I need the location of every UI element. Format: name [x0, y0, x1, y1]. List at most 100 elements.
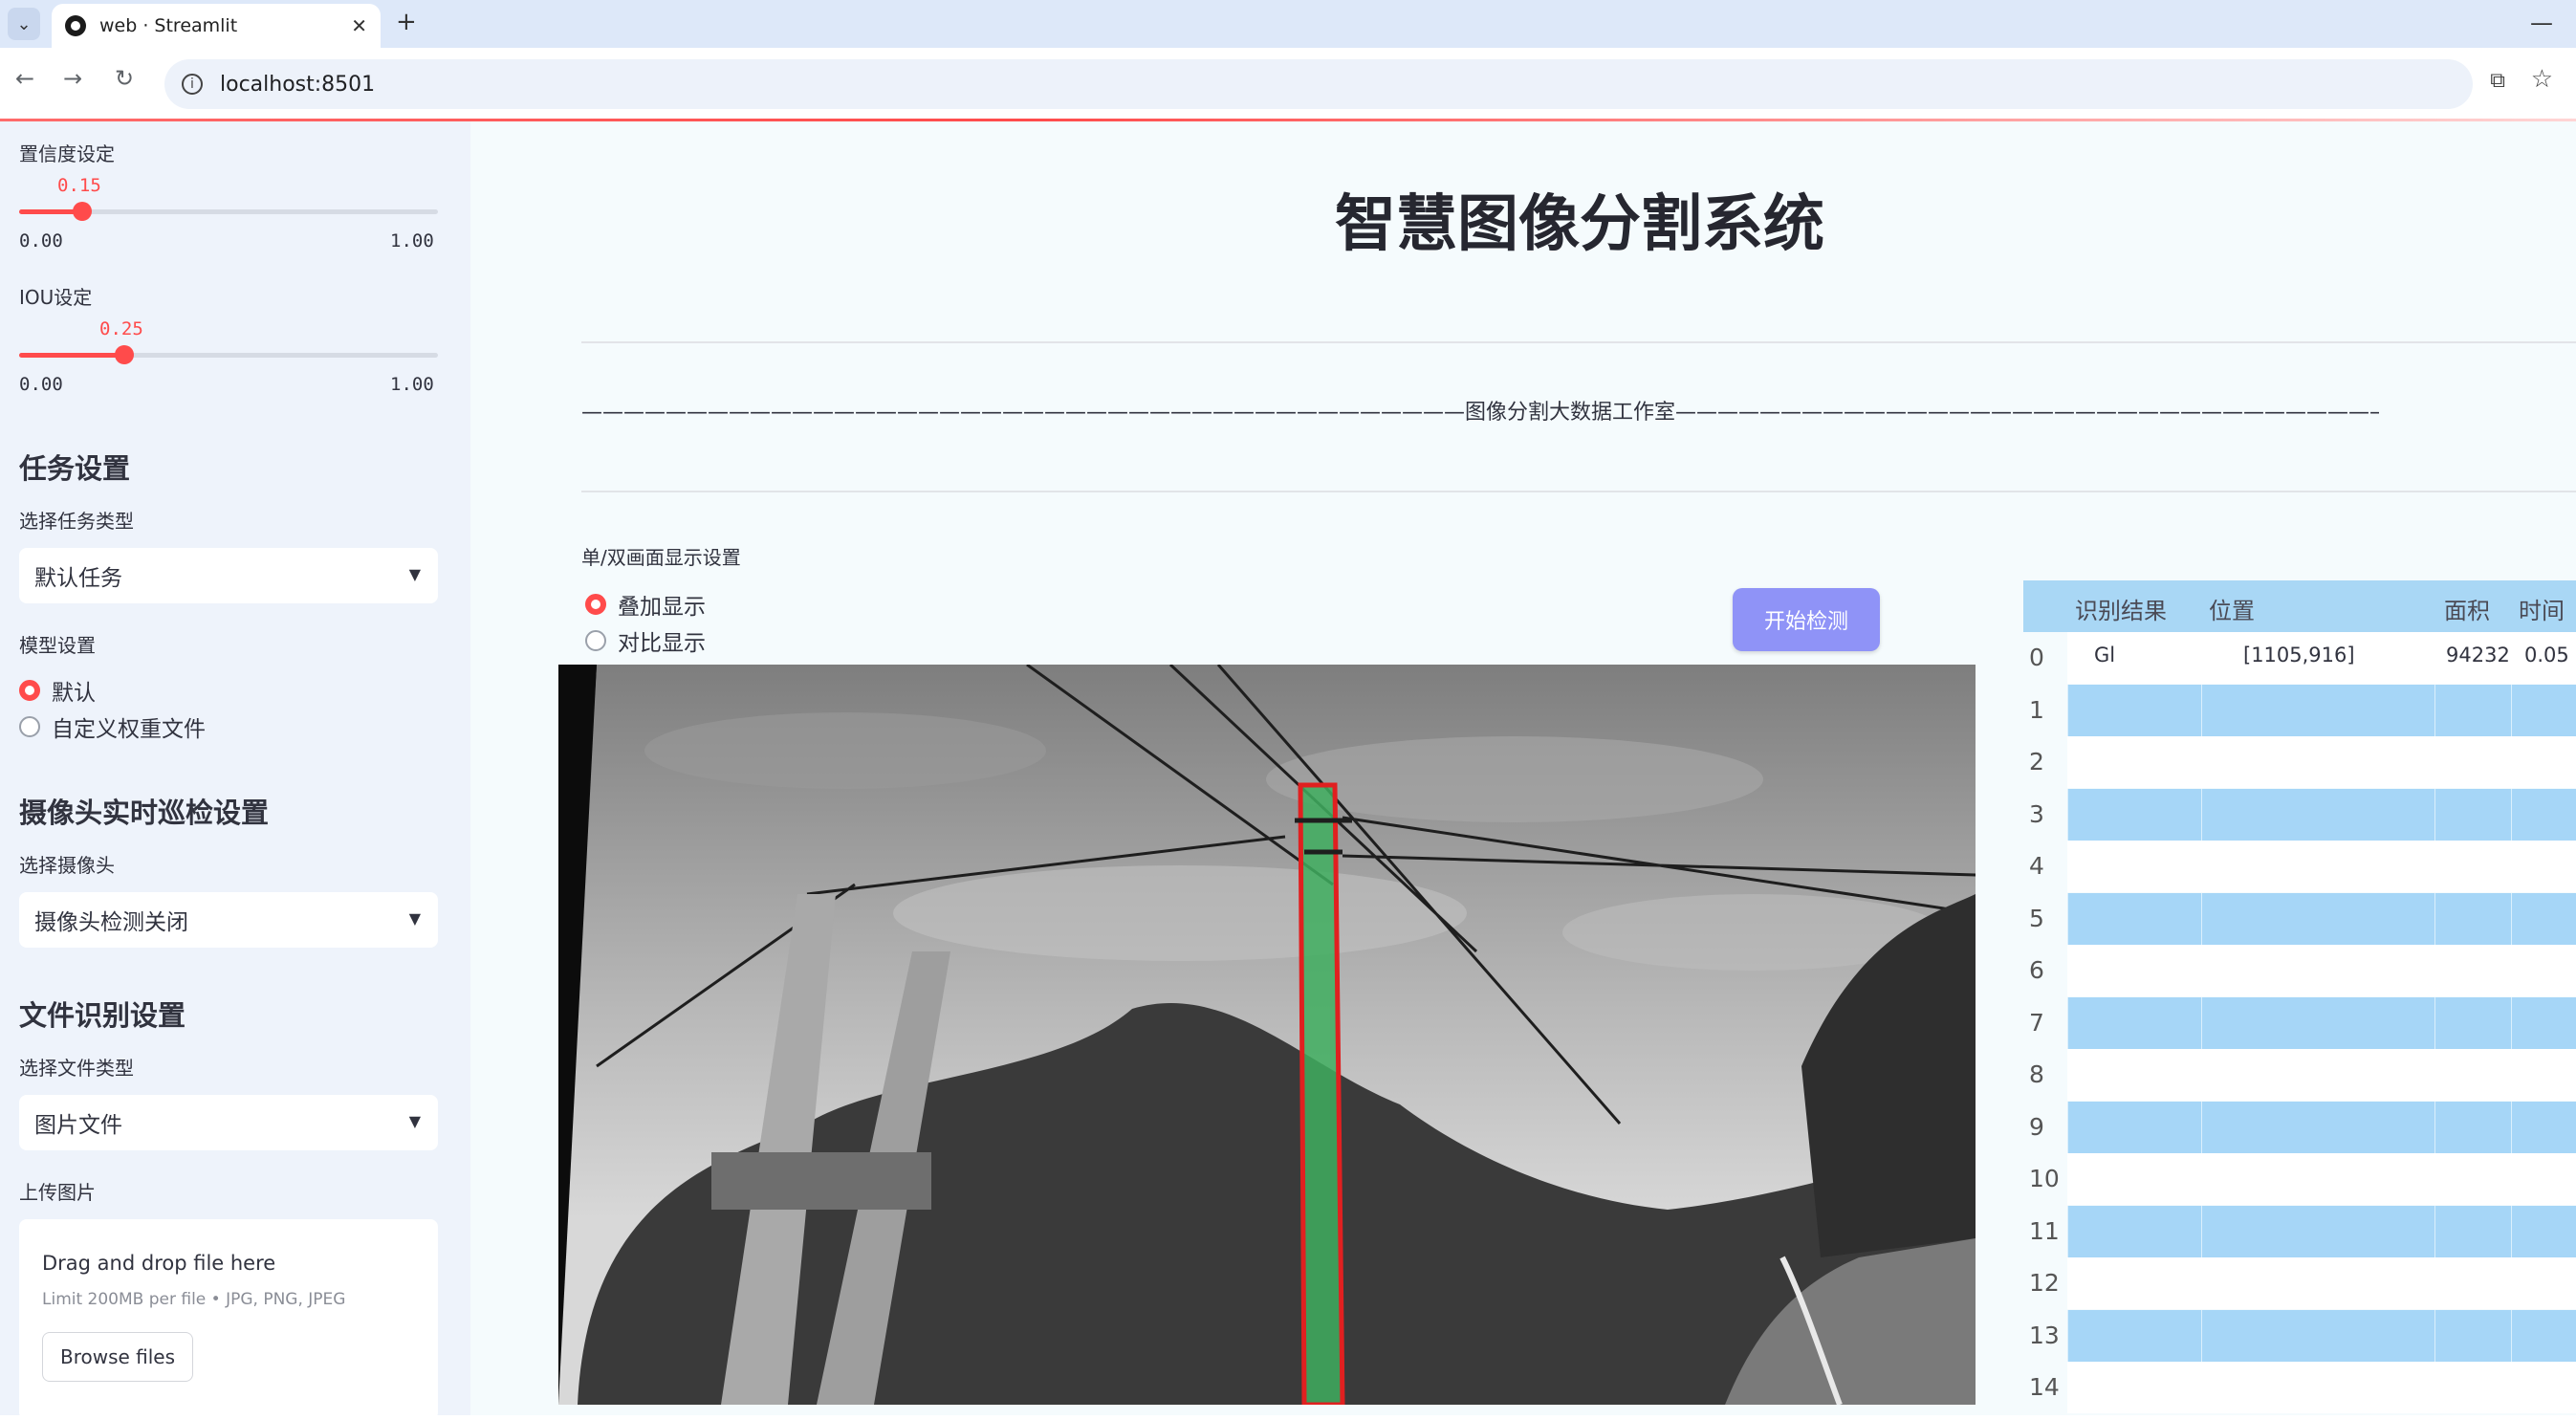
column-separator: [2067, 632, 2068, 684]
table-row[interactable]: 14: [2023, 1362, 2576, 1413]
table-row[interactable]: 6: [2023, 945, 2576, 996]
display-radio-overlay[interactable]: 叠加显示: [585, 588, 706, 621]
file-type-label: 选择文件类型: [19, 1057, 134, 1080]
radio-unselected-icon[interactable]: [585, 630, 606, 651]
reload-icon[interactable]: ↻: [115, 65, 134, 92]
table-row[interactable]: 11: [2023, 1205, 2576, 1257]
row-index: 6: [2023, 945, 2067, 996]
url-text[interactable]: localhost:8501: [220, 73, 375, 97]
column-separator: [2201, 632, 2202, 684]
browse-files-button[interactable]: Browse files: [42, 1332, 193, 1382]
column-separator: [2511, 841, 2512, 892]
column-header-time[interactable]: 时间: [2519, 592, 2565, 625]
translate-icon[interactable]: ⧉: [2490, 69, 2505, 93]
results-table[interactable]: 识别结果 位置 面积 时间 0 Gl [1105,916] 94232 0.05 1 2 3 4…: [2023, 580, 2576, 1415]
column-separator: [2201, 1153, 2202, 1205]
table-row[interactable]: 13: [2023, 1309, 2576, 1362]
iou-slider[interactable]: [19, 345, 438, 364]
column-separator: [2511, 788, 2512, 841]
row-index: 12: [2023, 1257, 2067, 1309]
cell-area: 94232: [2446, 644, 2510, 666]
site-info-icon[interactable]: i: [182, 74, 203, 95]
column-header-area[interactable]: 面积: [2444, 592, 2490, 625]
table-row[interactable]: 4: [2023, 841, 2576, 892]
column-separator: [2511, 1153, 2512, 1205]
chevron-down-icon: ▼: [408, 909, 421, 928]
table-row[interactable]: 10: [2023, 1153, 2576, 1205]
sidebar: 置信度设定 0.15 0.00 1.00 IOU设定 0.25 0.00 1.0…: [0, 121, 470, 1420]
column-separator: [2067, 788, 2068, 841]
column-separator: [2434, 1205, 2435, 1257]
radio-selected-icon[interactable]: [19, 680, 40, 701]
table-row[interactable]: 12: [2023, 1257, 2576, 1309]
streamlit-favicon-icon: [65, 15, 86, 36]
confidence-slider-thumb[interactable]: [72, 202, 92, 221]
table-row[interactable]: 9: [2023, 1101, 2576, 1153]
browser-tab[interactable]: web · Streamlit ✕: [52, 4, 381, 48]
cloud: [644, 712, 1046, 789]
start-detection-button[interactable]: 开始检测: [1733, 588, 1880, 651]
address-bar[interactable]: i localhost:8501: [164, 59, 2473, 109]
row-index: 3: [2023, 788, 2067, 841]
iou-slider-thumb[interactable]: [114, 345, 134, 364]
column-separator: [2434, 1257, 2435, 1309]
close-tab-icon[interactable]: ✕: [351, 14, 367, 37]
column-separator: [2511, 945, 2512, 996]
radio-selected-icon[interactable]: [585, 594, 606, 615]
tab-search-chevron-icon[interactable]: ⌄: [8, 8, 40, 40]
column-separator: [2067, 892, 2068, 945]
task-type-value: 默认任务: [34, 566, 122, 591]
row-index: 7: [2023, 996, 2067, 1049]
column-separator: [2067, 1309, 2068, 1362]
column-separator: [2067, 1153, 2068, 1205]
display-radio-compare[interactable]: 对比显示: [585, 624, 706, 657]
new-tab-icon[interactable]: +: [396, 8, 417, 36]
model-label: 模型设置: [19, 634, 96, 657]
camera-select[interactable]: 摄像头检测关闭 ▼: [19, 892, 438, 948]
column-separator: [2434, 1101, 2435, 1153]
column-header-position[interactable]: 位置: [2209, 592, 2255, 625]
radio-unselected-icon[interactable]: [19, 716, 40, 737]
column-separator: [2067, 945, 2068, 996]
table-row[interactable]: 0 Gl [1105,916] 94232 0.05: [2023, 632, 2576, 684]
table-row[interactable]: 3: [2023, 788, 2576, 841]
table-row[interactable]: 5: [2023, 892, 2576, 945]
model-option-default: 默认: [52, 681, 96, 706]
minimize-window-icon[interactable]: —: [2530, 10, 2553, 36]
column-separator: [2434, 684, 2435, 736]
display-option-overlay: 叠加显示: [618, 595, 706, 620]
forward-arrow-icon[interactable]: →: [63, 65, 82, 92]
cloud: [1266, 736, 1763, 822]
model-radio-custom[interactable]: 自定义权重文件: [19, 710, 206, 743]
segmentation-mask-pole: [1298, 782, 1345, 1405]
file-uploader-dropzone[interactable]: Drag and drop file here Limit 200MB per …: [19, 1219, 438, 1420]
row-index: 9: [2023, 1101, 2067, 1153]
column-separator: [2434, 736, 2435, 788]
column-header-result[interactable]: 识别结果: [2075, 592, 2167, 625]
iou-slider-fill: [19, 353, 124, 358]
tab-title: web · Streamlit: [99, 15, 238, 36]
confidence-label: 置信度设定: [19, 142, 115, 165]
table-row[interactable]: 1: [2023, 684, 2576, 736]
chevron-down-icon: ▼: [408, 565, 421, 583]
column-separator: [2067, 841, 2068, 892]
column-separator: [2201, 841, 2202, 892]
task-type-select[interactable]: 默认任务 ▼: [19, 548, 438, 603]
table-row[interactable]: 2: [2023, 736, 2576, 788]
column-separator: [2434, 1153, 2435, 1205]
iou-label: IOU设定: [19, 286, 93, 309]
model-radio-default[interactable]: 默认: [19, 674, 96, 707]
row-index: 4: [2023, 841, 2067, 892]
column-separator: [2511, 632, 2512, 684]
table-row[interactable]: 8: [2023, 1049, 2576, 1101]
iou-max: 1.00: [390, 374, 434, 395]
back-arrow-icon[interactable]: ←: [15, 65, 34, 92]
bookmark-star-icon[interactable]: ☆: [2531, 65, 2553, 94]
confidence-min: 0.00: [19, 230, 63, 251]
table-row[interactable]: 7: [2023, 996, 2576, 1049]
file-type-select[interactable]: 图片文件 ▼: [19, 1095, 438, 1150]
column-separator: [2201, 892, 2202, 945]
confidence-slider[interactable]: [19, 202, 438, 221]
row-index: 10: [2023, 1153, 2067, 1205]
confidence-max: 1.00: [390, 230, 434, 251]
